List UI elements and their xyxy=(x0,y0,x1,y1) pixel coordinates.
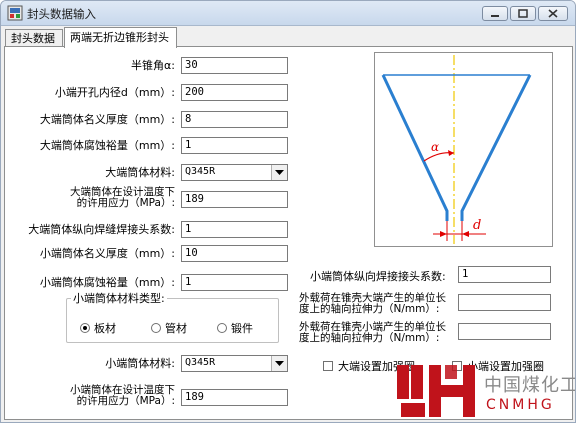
cone-diagram: α d xyxy=(374,52,553,247)
large-allowable-stress-label: 大端筒体在设计温度下的许用应力（MPa）: xyxy=(70,186,175,209)
small-allowable-stress-label: 小端筒体在设计温度下的许用应力（MPa）: xyxy=(70,384,175,407)
small-shell-thickness-input[interactable]: 10 xyxy=(181,245,288,262)
tab-head-data[interactable]: 封头数据 xyxy=(5,29,63,47)
small-end-load-input[interactable] xyxy=(458,323,551,340)
window-title: 封头数据输入 xyxy=(27,7,96,21)
maximize-button[interactable] xyxy=(510,6,536,21)
large-end-load-label: 外载荷在锥壳大端产生的单位长度上的轴向拉伸力（N/mm）: xyxy=(299,292,446,315)
small-weld-coef-label: 小端筒体纵向焊接接头系数: xyxy=(310,270,446,283)
dim-arrow-right xyxy=(462,231,469,237)
small-weld-coef-input[interactable]: 1 xyxy=(458,266,551,283)
material-type-group-title: 小端筒体材料类型: xyxy=(71,292,167,305)
half-cone-angle-input[interactable]: 30 xyxy=(181,57,288,74)
large-material-select[interactable]: Q345R xyxy=(181,164,288,181)
large-reinforce-box[interactable] xyxy=(323,361,333,371)
large-weld-coef-input[interactable]: 1 xyxy=(181,221,288,238)
large-material-label: 大端筒体材料: xyxy=(105,166,175,179)
small-allowable-stress-input[interactable]: 189 xyxy=(181,389,288,406)
minimize-button[interactable] xyxy=(482,6,508,21)
cone-right-wall xyxy=(460,74,532,221)
small-corrosion-label: 小端筒体腐蚀裕量（mm）: xyxy=(39,276,175,289)
small-material-dropdown-button[interactable] xyxy=(271,356,287,371)
large-end-load-input[interactable] xyxy=(458,294,551,311)
angle-arrow-head xyxy=(448,150,454,156)
small-end-bore-input[interactable]: 200 xyxy=(181,84,288,101)
small-material-select[interactable]: Q345R xyxy=(181,355,288,372)
large-weld-coef-label: 大端筒体纵向焊缝焊接头系数: xyxy=(28,223,175,236)
large-material-dropdown-button[interactable] xyxy=(271,165,287,180)
radio-plate-label: 板材 xyxy=(94,322,116,335)
small-end-load-label: 外载荷在锥壳小端产生的单位长度上的轴向拉伸力（N/mm）: xyxy=(299,321,446,344)
tab-cone-head[interactable]: 两端无折边锥形封头 xyxy=(64,27,177,48)
radio-pipe-indicator[interactable] xyxy=(151,323,161,333)
main-window: 封头数据输入 封头数据 两端无折边锥形封头 半锥角α: 30 小端开孔内径d（m… xyxy=(0,0,576,423)
watermark-cn-text: 中国煤化工 xyxy=(484,375,576,396)
app-icon xyxy=(7,5,23,21)
radio-plate[interactable]: 板材 xyxy=(80,322,116,335)
small-material-label: 小端筒体材料: xyxy=(105,357,175,370)
watermark-logo xyxy=(397,365,475,417)
large-shell-thickness-input[interactable]: 8 xyxy=(181,111,288,128)
tab-panel: 半锥角α: 30 小端开孔内径d（mm）: 200 大端筒体名义厚度（mm）: … xyxy=(4,46,573,420)
radio-forging-label: 锻件 xyxy=(231,322,253,335)
small-material-value: Q345R xyxy=(185,357,216,368)
large-corrosion-label: 大端筒体腐蚀裕量（mm）: xyxy=(39,139,175,152)
cone-drawing: α d xyxy=(381,55,532,244)
radio-pipe[interactable]: 管材 xyxy=(151,322,187,335)
large-allowable-stress-input[interactable]: 189 xyxy=(181,191,288,208)
radio-plate-indicator[interactable] xyxy=(80,323,90,333)
watermark-en-text: CNMHG xyxy=(486,397,555,413)
dim-arrow-left xyxy=(440,231,447,237)
diameter-symbol: d xyxy=(473,218,481,233)
dropdown-arrow-icon xyxy=(275,361,284,366)
small-end-bore-label: 小端开孔内径d（mm）: xyxy=(54,86,175,99)
material-type-group: 小端筒体材料类型: 板材 管材 锻件 xyxy=(66,292,279,343)
large-shell-thickness-label: 大端筒体名义厚度（mm）: xyxy=(39,113,175,126)
title-bar[interactable]: 封头数据输入 xyxy=(1,1,575,26)
small-corrosion-input[interactable]: 1 xyxy=(181,274,288,291)
close-button[interactable] xyxy=(538,6,568,21)
half-cone-angle-label: 半锥角α: xyxy=(131,59,175,72)
close-icon xyxy=(548,9,558,18)
small-shell-thickness-label: 小端筒体名义厚度（mm）: xyxy=(39,247,175,260)
radio-forging-indicator[interactable] xyxy=(217,323,227,333)
minimize-icon xyxy=(491,15,499,17)
maximize-icon xyxy=(518,9,528,18)
large-material-value: Q345R xyxy=(185,166,216,177)
radio-pipe-label: 管材 xyxy=(165,322,187,335)
angle-symbol: α xyxy=(431,140,439,154)
dropdown-arrow-icon xyxy=(275,170,284,175)
radio-forging[interactable]: 锻件 xyxy=(217,322,253,335)
large-corrosion-input[interactable]: 1 xyxy=(181,137,288,154)
